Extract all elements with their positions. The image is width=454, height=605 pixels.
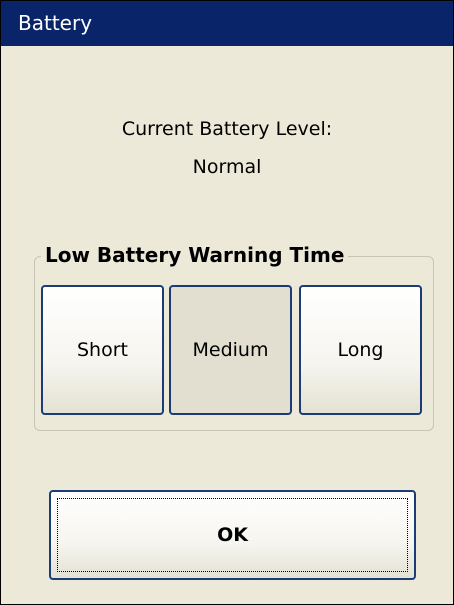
long-button-label: Long (337, 339, 384, 361)
ok-button-label: OK (217, 524, 248, 546)
medium-button[interactable]: Medium (169, 285, 292, 415)
long-button[interactable]: Long (299, 285, 422, 415)
short-button[interactable]: Short (41, 285, 164, 415)
warning-time-legend: Low Battery Warning Time (41, 242, 349, 268)
battery-level-value: Normal (192, 156, 262, 178)
battery-level-label: Current Battery Level: (121, 118, 333, 140)
medium-button-label: Medium (192, 339, 269, 361)
short-button-label: Short (77, 339, 128, 361)
window-title: Battery (18, 11, 93, 35)
title-bar: Battery (1, 1, 453, 46)
ok-button[interactable]: OK (49, 490, 416, 580)
battery-window: Battery Current Battery Level: Normal Lo… (0, 0, 454, 605)
